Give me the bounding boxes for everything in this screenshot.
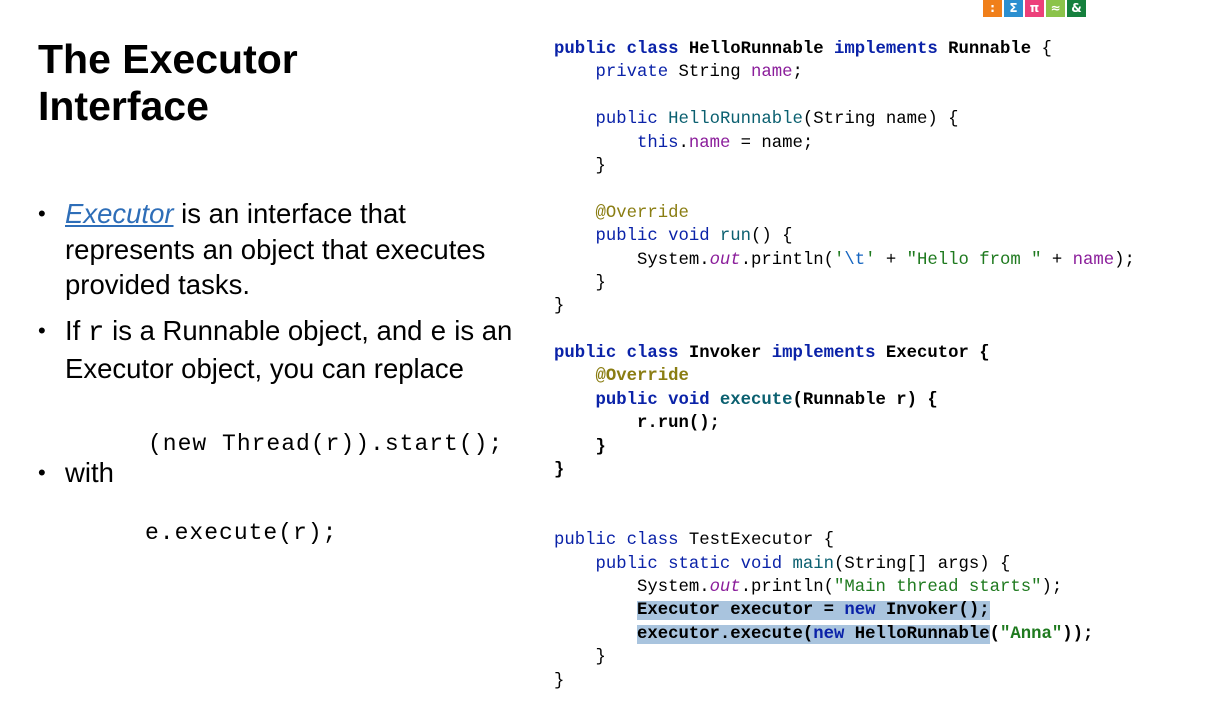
code-line: public HelloRunnable(String name) { [595,110,959,130]
code-line: public void execute(Runnable r) { [595,390,938,410]
bullet-3-text: with [65,456,114,488]
code-line: } [595,648,606,668]
bullet-replace-explanation: If r is a Runnable object, and e is an E… [38,313,528,387]
bullet-executor-definition: Executor is an interface that represents… [38,196,528,303]
bullet-with: with [38,455,528,491]
code-line: } [595,437,606,457]
code-line: } [554,297,565,317]
bullet-2-text-a: If [65,314,88,346]
code-line: public static void main(String[] args) { [595,554,1011,574]
logo-tile-ampersand-icon: & [1067,0,1086,17]
code-line: public void run() { [595,227,793,247]
code-line: } [554,461,565,481]
highlighted-execute-call: executor.execute(new HelloRunnable [636,624,990,644]
logo-tile-approx-icon: ≈ [1046,0,1065,17]
code-line: @Override [595,203,689,223]
code-line-highlighted: Executor executor = new Invoker(); [554,599,1135,622]
logo-tile-pi-icon: π [1025,0,1044,17]
code-line: this.name = name; [636,133,814,153]
code-line: public class Invoker implements Executor… [554,344,990,364]
inline-code-e: e [430,317,447,349]
code-line: System.out.println("Main thread starts")… [636,577,1063,597]
inline-code-r: r [87,317,105,349]
logo-strip: : Σ π ≈ & [983,0,1086,18]
code-line: r.run(); [636,414,720,434]
logo-tile-colon-icon: : [983,0,1002,17]
code-line: System.out.println('\t' + "Hello from " … [636,250,1135,270]
code-line: public class TestExecutor { [554,531,835,551]
logo-tile-sigma-icon: Σ [1004,0,1023,17]
code-line: public class HelloRunnable implements Ru… [554,40,1052,59]
slide-title: The Executor Interface [38,36,508,130]
code-line: } [595,156,606,176]
code-panel: public class HelloRunnable implements Ru… [554,38,1135,693]
snippet-thread-start: (new Thread(r)).start(); [148,431,504,457]
highlighted-executor-declaration: Executor executor = new Invoker(); [636,601,990,621]
code-line: @Override [595,367,689,387]
code-line: private String name; [595,63,803,83]
title-line-2: Interface [38,83,209,129]
code-line-highlighted: executor.execute(new HelloRunnable("Anna… [636,624,1094,644]
code-line: } [554,671,565,691]
title-line-1: The Executor [38,36,298,82]
code-line: } [595,273,606,293]
snippet-execute: e.execute(r); [145,520,338,546]
executor-link[interactable]: Executor [65,198,174,229]
bullet-2-text-b: is a Runnable object, and [104,314,431,346]
